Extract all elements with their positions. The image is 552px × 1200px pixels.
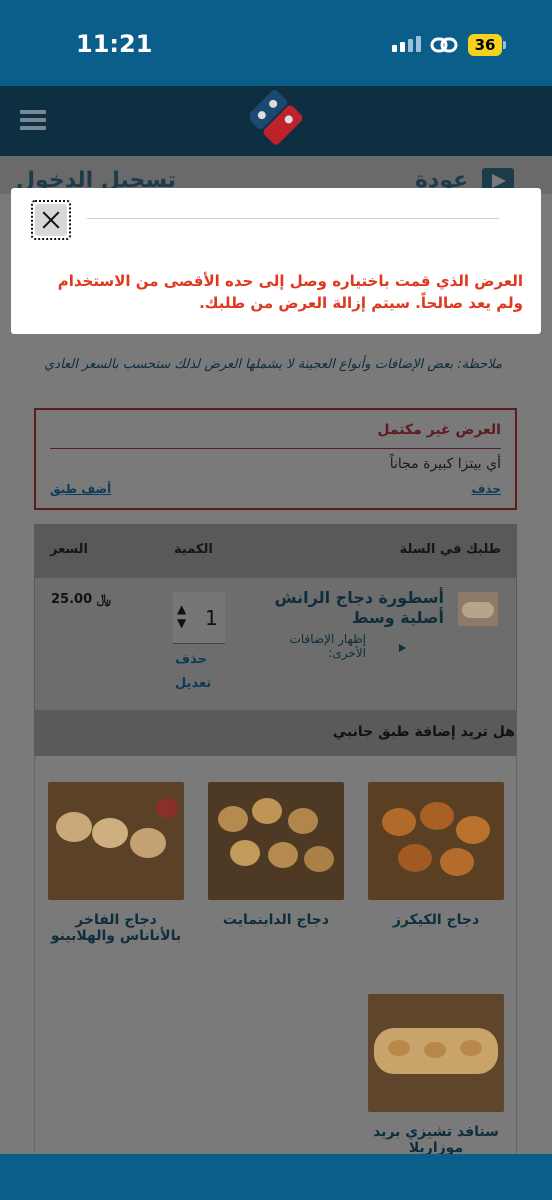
cart-table-header: طلبك في السلة الكمية السعر <box>34 524 517 578</box>
side-dish-name[interactable]: دجاج الداينمايت <box>208 912 344 928</box>
quantity-value[interactable]: 1 <box>205 606 218 630</box>
header-item: طلبك في السلة <box>399 542 501 557</box>
status-bar: 11:21 36 <box>0 0 552 86</box>
product-name[interactable]: أسطورة دجاج الرانش أصلية وسط <box>264 588 444 628</box>
dialog-divider <box>87 218 499 219</box>
price-value: 25.00 <box>51 592 93 607</box>
side-dish-card[interactable]: ستافد تشيزي بريد موزاريلا <box>368 994 504 1154</box>
side-dish-image[interactable] <box>208 782 344 900</box>
pricing-note: ملاحظة: بعض الإضافات وأنواع العجينة لا ي… <box>44 357 502 372</box>
close-button[interactable] <box>31 200 71 240</box>
signal-icon <box>392 36 421 52</box>
side-dish-name[interactable]: دجاج الكيكرز <box>368 912 504 928</box>
incomplete-offer-box: العرض غير مكتمل أي بيتزا كبيرة مجاناً حذ… <box>34 408 517 510</box>
side-dish-image[interactable] <box>48 782 184 900</box>
show-extras-toggle[interactable]: إظهار الإضافات الأخرى: <box>256 632 366 660</box>
expand-extras-icon[interactable] <box>399 644 406 652</box>
side-dish-card[interactable]: دجاج الفاخر بالأناناس والهلابينو <box>48 782 184 944</box>
stepper-arrows-icon[interactable]: ▲ ▼ <box>177 602 186 630</box>
side-dish-card[interactable]: دجاج الكيكرز <box>368 782 504 928</box>
header-price: السعر <box>50 542 88 557</box>
battery-icon: 36 <box>468 34 506 56</box>
side-dish-header: هل تريد إضافة طبق جانبي <box>34 710 517 756</box>
item-price: ﷼ 25.00 <box>51 592 111 607</box>
side-dish-image[interactable] <box>368 782 504 900</box>
bottom-bar <box>0 1154 552 1200</box>
brand-logo[interactable] <box>250 90 302 146</box>
offer-expired-dialog: العرض الذي قمت باختياره وصل إلى حده الأق… <box>11 188 541 334</box>
offer-add-dish-link[interactable]: أضف طبق <box>50 482 111 496</box>
offer-divider <box>50 448 501 449</box>
close-icon[interactable] <box>35 204 67 236</box>
status-time: 11:21 <box>76 30 153 58</box>
menu-icon[interactable] <box>20 110 46 130</box>
side-dish-card[interactable]: دجاج الداينمايت <box>208 782 344 928</box>
offer-delete-link[interactable]: حذف <box>471 482 501 496</box>
side-dish-title: هل تريد إضافة طبق جانبي <box>332 724 515 740</box>
offer-title: العرض غير مكتمل <box>377 422 501 438</box>
link-icon <box>430 37 458 53</box>
quantity-stepper[interactable]: ▲ ▼ 1 <box>173 592 225 644</box>
item-delete-link[interactable]: حذف <box>175 652 207 667</box>
item-edit-link[interactable]: تعديل <box>175 676 211 691</box>
currency-symbol: ﷼ <box>96 592 112 607</box>
side-dish-image[interactable] <box>368 994 504 1112</box>
offer-item: أي بيتزا كبيرة مجاناً <box>389 456 501 472</box>
header-quantity: الكمية <box>174 542 213 557</box>
product-thumbnail <box>458 592 498 626</box>
dialog-message: العرض الذي قمت باختياره وصل إلى حده الأق… <box>57 272 523 312</box>
cart-item-row: أسطورة دجاج الرانش أصلية وسط إظهار الإضا… <box>34 578 517 710</box>
side-dish-name[interactable]: ستافد تشيزي بريد موزاريلا <box>368 1124 504 1154</box>
side-dish-name[interactable]: دجاج الفاخر بالأناناس والهلابينو <box>48 912 184 944</box>
